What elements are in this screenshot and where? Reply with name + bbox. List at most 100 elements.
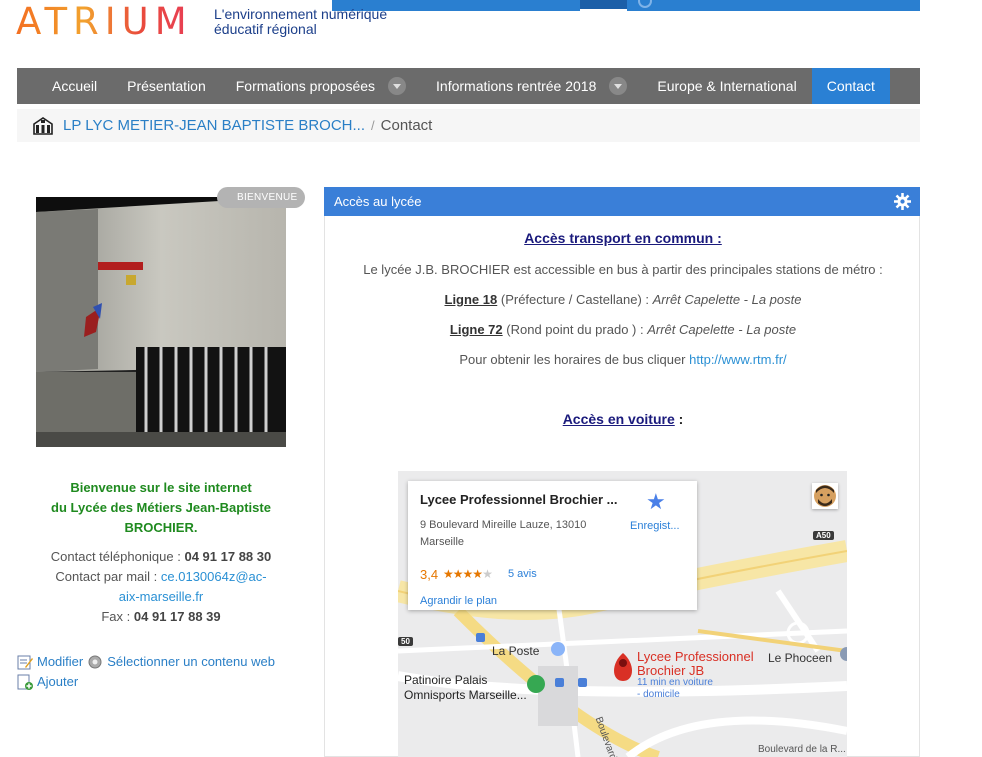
add-row: Ajouter bbox=[17, 672, 275, 692]
tagline-line2: éducatif régional bbox=[214, 21, 317, 37]
breadcrumb: LP LYC METIER-JEAN BAPTISTE BROCH... / C… bbox=[17, 109, 920, 142]
place-rating: 3,4 bbox=[420, 567, 439, 582]
phone-row: Contact téléphonique : 04 91 17 88 30 bbox=[36, 547, 286, 567]
nav-label: Formations proposées bbox=[235, 78, 376, 94]
map-label-patinoire-2: Omnisports Marseille... bbox=[404, 688, 527, 702]
place-address-line2: Marseille bbox=[420, 536, 465, 548]
mail-label: Contact par mail : bbox=[55, 569, 158, 584]
logo-tagline: L'environnement numérique éducatif régio… bbox=[214, 7, 414, 37]
nav-item-europe[interactable]: Europe & International bbox=[642, 68, 811, 104]
mail-link-cont[interactable]: aix-marseille.fr bbox=[119, 589, 204, 604]
reviews-link[interactable]: 5 avis bbox=[508, 568, 537, 580]
top-strip-indicator bbox=[638, 0, 652, 8]
line72-route: (Rond point du prado ) : bbox=[506, 322, 644, 337]
map-label-drive-time: 11 min en voiture - domicile bbox=[637, 677, 713, 701]
map-label-drive-1: 11 min en voiture bbox=[637, 677, 713, 688]
phone-value: 04 91 17 88 30 bbox=[184, 549, 272, 564]
rating-stars: ★★★★★ bbox=[443, 567, 493, 581]
select-content-link[interactable]: Sélectionner un contenu web bbox=[107, 652, 275, 672]
welcome-line1: Bienvenue sur le site internet bbox=[70, 480, 252, 495]
fax-row: Fax : 04 91 17 88 39 bbox=[36, 607, 286, 627]
place-card: Lycee Professionnel Brochier ... 9 Boule… bbox=[408, 481, 697, 610]
breadcrumb-current: Contact bbox=[380, 117, 433, 134]
panel-title: Accès au lycée bbox=[334, 194, 422, 209]
gear-icon[interactable] bbox=[894, 193, 911, 210]
top-strip bbox=[332, 0, 920, 11]
edit-note-icon bbox=[17, 655, 33, 670]
star-icon: ★ bbox=[462, 567, 474, 581]
schedule-row: Pour obtenir les horaires de bus cliquer… bbox=[325, 352, 921, 367]
map-label-laposte[interactable]: La Poste bbox=[492, 644, 539, 658]
welcome-line3: BROCHIER. bbox=[124, 520, 198, 535]
edit-row: Modifier Sélectionner un contenu web bbox=[17, 652, 275, 672]
nav-item-contact[interactable]: Contact bbox=[811, 68, 890, 104]
panel-body: Accès transport en commun : Le lycée J.B… bbox=[324, 216, 920, 757]
schedule-text: Pour obtenir les horaires de bus cliquer bbox=[459, 352, 686, 367]
line72-row: Ligne 72 (Rond point du prado ) : Arrêt … bbox=[325, 322, 921, 337]
enlarge-map-link[interactable]: Agrandir le plan bbox=[420, 595, 497, 607]
fax-label: Fax : bbox=[101, 609, 131, 624]
atrium-logo[interactable]: ATRIUM bbox=[16, 0, 193, 43]
line18-row: Ligne 18 (Préfecture / Castellane) : Arr… bbox=[325, 292, 921, 307]
transport-title: Accès transport en commun : bbox=[325, 230, 921, 246]
transport-title-text: Accès transport en commun : bbox=[524, 230, 722, 246]
rtm-link[interactable]: http://www.rtm.fr/ bbox=[689, 352, 787, 367]
line72-label: Ligne 72 bbox=[449, 322, 503, 337]
logo-wordmark: ATRIUM bbox=[16, 0, 193, 43]
chevron-down-icon[interactable] bbox=[388, 77, 407, 95]
tagline-line1: L'environnement numérique bbox=[214, 6, 388, 22]
transport-intro: Le lycée J.B. BROCHIER est accessible en… bbox=[363, 262, 883, 277]
line18-label: Ligne 18 bbox=[444, 292, 498, 307]
map-label-phoceen[interactable]: Le Phoceen bbox=[768, 651, 832, 665]
road-shield-a50: A50 bbox=[813, 531, 834, 540]
breadcrumb-separator: / bbox=[371, 118, 375, 133]
main-nav: Accueil Présentation Formations proposée… bbox=[17, 68, 920, 104]
contact-info: Contact téléphonique : 04 91 17 88 30 Co… bbox=[36, 547, 286, 627]
place-name[interactable]: Lycee Professionnel Brochier ... bbox=[420, 492, 630, 507]
edit-links: Modifier Sélectionner un contenu web Ajo… bbox=[17, 652, 275, 692]
line18-route: (Préfecture / Castellane) : bbox=[500, 292, 649, 307]
google-map[interactable]: A50 50 La Poste Patinoire Palais Omnispo… bbox=[398, 471, 847, 757]
save-place-button[interactable]: Enregist... bbox=[630, 520, 680, 532]
nav-label: Accueil bbox=[52, 78, 98, 94]
mail-row: Contact par mail : ce.0130064z@ac-aix-ma… bbox=[36, 567, 286, 607]
star-icon: ★ bbox=[443, 567, 454, 581]
user-avatar[interactable] bbox=[812, 483, 838, 509]
nav-label: Contact bbox=[826, 78, 875, 94]
place-address-line1: 9 Boulevard Mireille Lauze, 13010 bbox=[420, 519, 587, 531]
school-photo bbox=[36, 197, 286, 447]
map-label-school-pin[interactable]: Lycee Professionnel Brochier JB bbox=[637, 650, 754, 678]
mail-link[interactable]: ce.0130064z@ac- bbox=[161, 569, 267, 584]
car-title: Accès en voiture : bbox=[325, 411, 921, 427]
avatar-icon bbox=[814, 485, 836, 507]
nav-item-accueil[interactable]: Accueil bbox=[17, 68, 112, 104]
map-label-drive-2: - domicile bbox=[637, 689, 680, 700]
car-title-text: Accès en voiture bbox=[562, 411, 675, 427]
breadcrumb-home-link[interactable]: LP LYC METIER-JEAN BAPTISTE BROCH... bbox=[63, 117, 365, 134]
fax-value: 04 91 17 88 39 bbox=[133, 609, 221, 624]
map-label-pin-2: Brochier JB bbox=[637, 663, 705, 678]
nav-item-presentation[interactable]: Présentation bbox=[112, 68, 221, 104]
welcome-message: Bienvenue sur le site internet du Lycée … bbox=[36, 478, 286, 538]
star-empty-icon: ★ bbox=[482, 567, 493, 581]
add-link[interactable]: Ajouter bbox=[37, 672, 78, 692]
welcome-badge: BIENVENUE bbox=[217, 187, 305, 208]
star-icon[interactable]: ★ bbox=[646, 489, 666, 515]
modify-link[interactable]: Modifier bbox=[37, 652, 83, 672]
map-label-pin-1: Lycee Professionnel bbox=[637, 649, 754, 664]
gear-icon bbox=[88, 655, 102, 669]
top-strip-tab[interactable] bbox=[580, 0, 627, 11]
map-label-patinoire-1: Patinoire Palais bbox=[404, 673, 488, 687]
line18-stop: Arrêt Capelette - La poste bbox=[652, 292, 802, 307]
car-title-suffix: : bbox=[678, 411, 684, 427]
nav-label: Europe & International bbox=[657, 78, 797, 94]
star-half-icon: ★ bbox=[472, 567, 483, 581]
chevron-down-icon[interactable] bbox=[609, 77, 628, 95]
nav-item-rentree[interactable]: Informations rentrée 2018 bbox=[421, 68, 642, 104]
map-label-patinoire[interactable]: Patinoire Palais Omnisports Marseille... bbox=[404, 673, 527, 703]
nav-item-formations[interactable]: Formations proposées bbox=[221, 68, 421, 104]
star-icon: ★ bbox=[452, 567, 464, 581]
road-shield-50: 50 bbox=[398, 637, 413, 646]
place-address: 9 Boulevard Mireille Lauze, 13010 Marsei… bbox=[420, 517, 615, 551]
line72-stop: Arrêt Capelette - La poste bbox=[647, 322, 797, 337]
